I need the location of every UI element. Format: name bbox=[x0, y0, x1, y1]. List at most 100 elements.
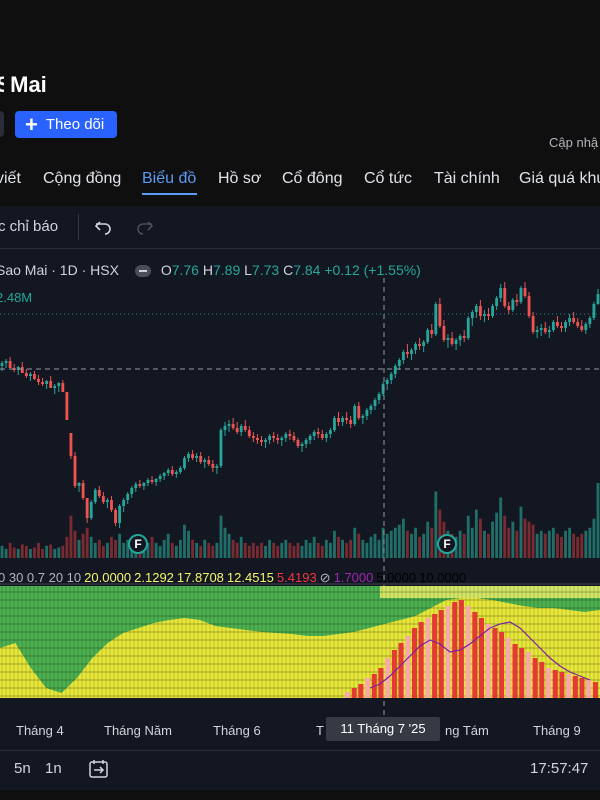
candle-body bbox=[531, 316, 535, 332]
volume-bar bbox=[280, 542, 284, 558]
volume-bar bbox=[324, 539, 328, 558]
indicator-red-bar bbox=[546, 668, 551, 698]
volume-bar bbox=[235, 542, 239, 558]
indicator-value: 2.1292 bbox=[134, 570, 174, 585]
tab-co-tuc[interactable]: Cổ tức bbox=[364, 170, 412, 188]
candle-body bbox=[560, 326, 563, 328]
candle-body bbox=[187, 454, 190, 458]
volume-bar bbox=[543, 533, 547, 558]
candle-body bbox=[535, 330, 539, 332]
range-1d-button[interactable]: 1n bbox=[45, 760, 62, 777]
indicator-value: 0 30 0.7 20 10 bbox=[0, 570, 82, 585]
volume-bar bbox=[77, 539, 81, 558]
legend-low: 7.73 bbox=[251, 262, 280, 278]
candle-body bbox=[556, 322, 559, 326]
volume-bar bbox=[211, 545, 215, 558]
indicators-button[interactable]: c chỉ báo bbox=[0, 218, 58, 235]
candle-body bbox=[118, 506, 122, 523]
month-label: ng Tám bbox=[445, 723, 489, 738]
candle-body bbox=[45, 381, 49, 384]
tab-bieu-do[interactable]: Biểu đồ bbox=[142, 170, 196, 188]
redo-icon[interactable] bbox=[136, 218, 154, 236]
legend-open: 7.76 bbox=[171, 262, 199, 278]
indicator-red-bar bbox=[519, 648, 525, 698]
candle-body bbox=[499, 288, 503, 298]
volume-bar bbox=[422, 533, 426, 558]
tab-cong-dong[interactable]: Cộng đồng bbox=[43, 170, 121, 188]
legend-high: 7.89 bbox=[212, 262, 241, 278]
volume-bar bbox=[369, 536, 373, 558]
volume-bar bbox=[588, 527, 592, 558]
volume-bar bbox=[219, 515, 223, 558]
bottom-toolbar: 5n 1n 17:57:47 bbox=[0, 750, 600, 790]
volume-bar bbox=[174, 545, 178, 558]
volume-bar bbox=[93, 542, 97, 558]
candle-body bbox=[284, 434, 288, 438]
volume-bar bbox=[426, 521, 430, 558]
candle-body bbox=[24, 373, 28, 376]
candle-body bbox=[316, 432, 320, 434]
month-label: T bbox=[316, 723, 324, 738]
candle-body bbox=[515, 300, 519, 302]
price-chart[interactable] bbox=[0, 248, 600, 718]
legend-high-key: H bbox=[202, 262, 213, 278]
undo-icon[interactable] bbox=[94, 218, 112, 236]
candle-body bbox=[385, 380, 389, 384]
candle-body bbox=[69, 433, 73, 456]
calendar-goto-icon[interactable] bbox=[88, 758, 110, 780]
legend-symbol: Sao Mai · 1D · HSX bbox=[0, 262, 119, 278]
financial-report-marker[interactable]: F bbox=[128, 534, 148, 554]
tab-viet[interactable]: viết bbox=[0, 170, 21, 188]
indicator-value: ⊘ bbox=[319, 570, 331, 585]
volume-bar bbox=[551, 527, 555, 558]
candle-body bbox=[426, 330, 430, 342]
volume-bar bbox=[483, 530, 486, 558]
candle-body bbox=[292, 436, 296, 440]
candle-body bbox=[130, 488, 134, 494]
candle-body bbox=[470, 312, 474, 318]
indicator-red-bar bbox=[425, 618, 431, 698]
volume-bar bbox=[89, 536, 93, 558]
candle-body bbox=[401, 352, 405, 360]
candle-body bbox=[256, 438, 259, 440]
follow-button[interactable]: + Theo dõi bbox=[15, 111, 117, 138]
volume-bar bbox=[191, 539, 194, 558]
candle-body bbox=[101, 496, 105, 502]
notification-button[interactable] bbox=[0, 111, 4, 137]
tab-co-dong[interactable]: Cổ đông bbox=[282, 170, 343, 188]
candle-body bbox=[191, 454, 194, 458]
range-5d-button[interactable]: 5n bbox=[14, 760, 31, 777]
volume-bar bbox=[393, 527, 397, 558]
volume-bar bbox=[312, 536, 316, 558]
month-label: Tháng 6 bbox=[213, 723, 261, 738]
indicator-red-bar bbox=[586, 680, 592, 698]
volume-bar bbox=[507, 527, 511, 558]
volume-bar bbox=[345, 542, 349, 558]
tab-ho-so[interactable]: Hồ sơ bbox=[218, 170, 261, 188]
volume-bar bbox=[511, 521, 515, 558]
candle-body bbox=[503, 288, 507, 306]
month-label: Tháng 9 bbox=[533, 723, 581, 738]
candle-body bbox=[377, 394, 381, 400]
indicator-red-bar bbox=[572, 676, 578, 698]
volume-bar bbox=[268, 539, 272, 558]
hide-series-icon[interactable] bbox=[134, 265, 151, 278]
candle-body bbox=[73, 456, 77, 486]
indicator-red-bar bbox=[566, 674, 572, 698]
volume-bar bbox=[406, 530, 409, 558]
volume-bar bbox=[430, 527, 434, 558]
candle-body bbox=[357, 406, 361, 418]
tab-gia-qua-khu[interactable]: Giá quá khứ bbox=[519, 170, 600, 188]
financial-report-marker[interactable]: F bbox=[437, 534, 457, 554]
candle-body bbox=[304, 440, 308, 444]
tab-tai-chinh[interactable]: Tài chính bbox=[434, 170, 500, 188]
candle-body bbox=[592, 304, 596, 318]
candle-body bbox=[28, 374, 32, 376]
stock-title-partial-glyph: S bbox=[0, 72, 4, 98]
volume-bar bbox=[296, 542, 300, 558]
volume-bar bbox=[106, 542, 109, 558]
candle-body bbox=[389, 374, 393, 380]
volume-bar bbox=[466, 515, 470, 558]
volume-bar bbox=[260, 542, 263, 558]
candle-body bbox=[183, 458, 186, 468]
